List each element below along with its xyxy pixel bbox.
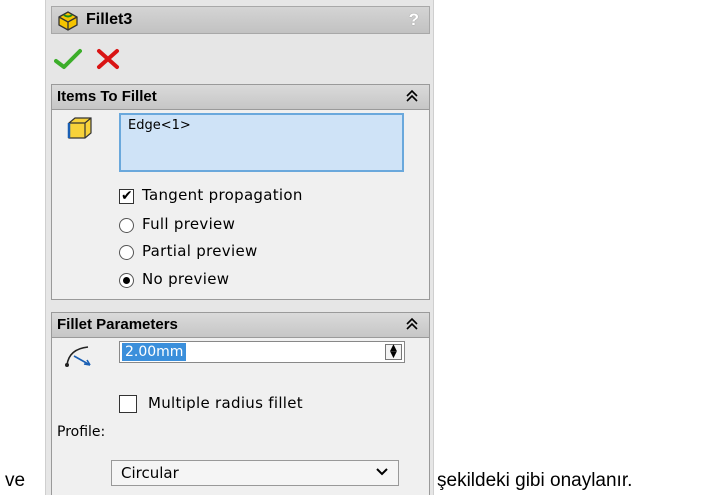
fillet-parameters-header[interactable]: Fillet Parameters xyxy=(52,313,429,338)
collapse-icon[interactable] xyxy=(405,89,419,103)
items-to-fillet-group: Items To Fillet Edge<1> ✔ Tangent propag… xyxy=(51,84,430,300)
multiple-radius-label: Multiple radius fillet xyxy=(148,394,303,412)
list-item[interactable]: Edge<1> xyxy=(128,118,191,133)
fillet-property-manager: Fillet3 ? Items To Fillet Edge<1> ✔ Tang… xyxy=(45,0,434,495)
radius-spinner[interactable]: ▲ ▼ xyxy=(385,344,402,360)
fillet-parameters-title: Fillet Parameters xyxy=(57,316,178,333)
radius-value: 2.00mm xyxy=(122,343,187,361)
tangent-propagation-checkbox[interactable]: ✔ xyxy=(119,188,134,204)
fillet-feature-icon xyxy=(58,11,78,31)
items-to-fillet-title: Items To Fillet xyxy=(57,88,157,105)
items-to-fillet-header[interactable]: Items To Fillet xyxy=(52,85,429,110)
partial-preview-radio[interactable] xyxy=(119,245,134,260)
partial-preview-label: Partial preview xyxy=(142,242,258,260)
selection-list[interactable]: Edge<1> xyxy=(119,113,404,172)
tangent-propagation-label: Tangent propagation xyxy=(142,186,303,204)
no-preview-radio[interactable] xyxy=(119,273,134,288)
caption-prefix: ve xyxy=(5,470,26,491)
profile-select[interactable]: Circular xyxy=(111,460,399,486)
spin-down-icon[interactable]: ▼ xyxy=(386,351,401,360)
collapse-icon[interactable] xyxy=(405,317,419,331)
help-icon[interactable]: ? xyxy=(409,10,419,30)
full-preview-radio[interactable] xyxy=(119,218,134,233)
panel-title: Fillet3 xyxy=(86,11,133,28)
chevron-down-icon xyxy=(376,468,388,476)
property-manager-titlebar: Fillet3 ? xyxy=(51,6,430,34)
full-preview-label: Full preview xyxy=(142,215,236,233)
multiple-radius-checkbox[interactable] xyxy=(119,395,137,413)
profile-label: Profile: xyxy=(57,424,106,440)
no-preview-label: No preview xyxy=(142,270,230,288)
radio-selected-dot xyxy=(123,277,130,284)
cancel-button[interactable] xyxy=(96,48,120,70)
edge-selection-icon xyxy=(67,117,92,139)
profile-value: Circular xyxy=(121,464,179,482)
radius-input[interactable]: 2.00mm ▲ ▼ xyxy=(119,341,405,363)
checkmark-icon: ✔ xyxy=(121,188,133,204)
ok-button[interactable] xyxy=(54,48,82,70)
radius-icon xyxy=(65,346,91,367)
caption-suffix: şekildeki gibi onaylanır. xyxy=(437,470,633,491)
